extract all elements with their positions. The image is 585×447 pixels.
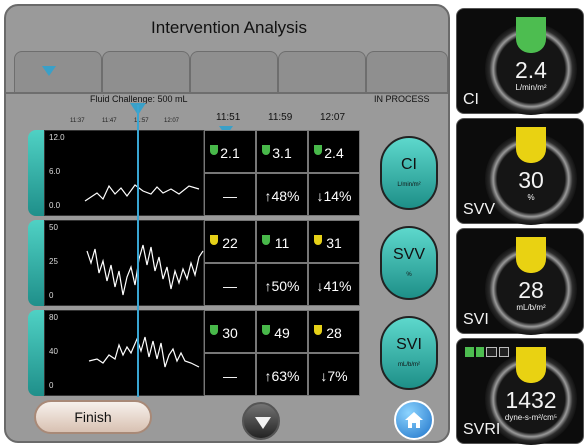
svi-trend-graph: 80 40 0 (44, 310, 204, 396)
row-ci: 12.0 6.0 0.0 2.1 3.1 2.4 — ↑48% ↓14% CI … (28, 130, 440, 216)
ci-pct-1: — (204, 173, 256, 216)
svv-val-2: 11 (256, 220, 308, 263)
chevron-down-icon (255, 417, 271, 429)
svv-side-value: 30 (518, 167, 544, 193)
svi-side-value: 28 (518, 277, 544, 303)
tab-3[interactable] (190, 51, 278, 93)
home-icon (405, 412, 423, 428)
svv-button-unit: % (406, 272, 412, 278)
ci-button[interactable]: CI L/min/m² (380, 136, 438, 210)
svi-side-unit: mL/b/m² (516, 303, 546, 312)
battery-indicator-icon (465, 347, 509, 357)
home-button[interactable] (394, 400, 434, 440)
ci-side-value: 2.4 (515, 57, 547, 83)
svi-pct-3: ↓7% (308, 353, 360, 396)
finish-button[interactable]: Finish (34, 400, 152, 434)
tab-1[interactable] (14, 51, 102, 93)
ci-side-unit: L/min/m² (515, 83, 547, 92)
row-ci-left-tab (28, 130, 44, 216)
ci-val-3: 2.4 (308, 130, 360, 173)
svv-status-icon (516, 127, 546, 163)
svv-pct-2: ↑50% (256, 263, 308, 306)
axis-time-4: 12:07 (164, 118, 180, 124)
time-col-1: 11:51 (216, 112, 241, 123)
svi-val-3: 28 (308, 310, 360, 353)
scroll-down-button[interactable] (242, 402, 280, 440)
ci-val-2: 3.1 (256, 130, 308, 173)
ci-button-label: CI (401, 156, 417, 173)
row-svv-left-tab (28, 220, 44, 306)
svi-pct-1: — (204, 353, 256, 396)
intervention-panel: Intervention Analysis Fluid Challenge: 5… (4, 4, 450, 443)
svi-trend-line (88, 336, 200, 368)
tab-2[interactable] (102, 51, 190, 93)
svi-side-name: SVI (463, 311, 489, 328)
side-card-svv[interactable]: 30 % SVV (456, 118, 584, 225)
svi-status-icon (516, 237, 546, 273)
svv-trend-line (86, 244, 204, 296)
svv-trend-graph: 50 25 0 (44, 220, 204, 306)
svv-val-1: 22 (204, 220, 256, 263)
side-card-svi[interactable]: 28 mL/b/m² SVI (456, 228, 584, 335)
ci-button-unit: L/min/m² (397, 182, 421, 188)
svv-pct-3: ↓41% (308, 263, 360, 306)
axis-time-2: 11:47 (102, 118, 117, 124)
svi-button-label: SVI (396, 336, 422, 353)
time-cursor-line[interactable] (137, 105, 139, 397)
svv-pct-1: — (204, 263, 256, 306)
time-col-3: 12:07 (320, 112, 346, 123)
tab-4[interactable] (278, 51, 366, 93)
svv-val-3: 31 (308, 220, 360, 263)
side-card-ci[interactable]: 2.4 L/min/m² CI (456, 8, 584, 115)
ci-pct-2: ↑48% (256, 173, 308, 216)
ci-trend-line (84, 184, 200, 202)
svri-status-icon (516, 347, 546, 383)
axis-time-1: 11:37 (70, 118, 85, 124)
svri-side-value: 1432 (505, 387, 557, 413)
ci-status-icon (516, 17, 546, 53)
time-col-2: 11:59 (268, 112, 293, 123)
svv-side-unit: % (527, 193, 535, 202)
svi-pct-2: ↑63% (256, 353, 308, 396)
svi-button[interactable]: SVI mL/b/m² (380, 316, 438, 390)
ci-pct-3: ↓14% (308, 173, 360, 216)
svri-side-name: SVRI (463, 421, 501, 438)
svv-side-name: SVV (463, 201, 496, 218)
ci-val-1: 2.1 (204, 130, 256, 173)
svi-button-unit: mL/b/m² (397, 362, 420, 368)
ci-trend-graph: 12.0 6.0 0.0 (44, 130, 204, 216)
svi-val-1: 30 (204, 310, 256, 353)
page-title: Intervention Analysis (151, 18, 307, 37)
process-status: IN PROCESS (374, 94, 430, 104)
row-svi-left-tab (28, 310, 44, 396)
row-svv: 50 25 0 22 11 31 — ↑50% ↓41% SVV % (28, 220, 440, 306)
ci-side-name: CI (463, 91, 479, 108)
row-svi: 80 40 0 30 49 28 — ↑63% ↓7% SVI mL/b/m² (28, 310, 440, 396)
side-card-svri[interactable]: 1432 dyne-s-m²/cm⁵ SVRI (456, 338, 584, 445)
svv-button[interactable]: SVV % (380, 226, 438, 300)
tab-marker-icon (42, 66, 56, 76)
svv-button-label: SVV (392, 246, 425, 263)
svi-val-2: 49 (256, 310, 308, 353)
tab-5[interactable] (366, 51, 448, 93)
